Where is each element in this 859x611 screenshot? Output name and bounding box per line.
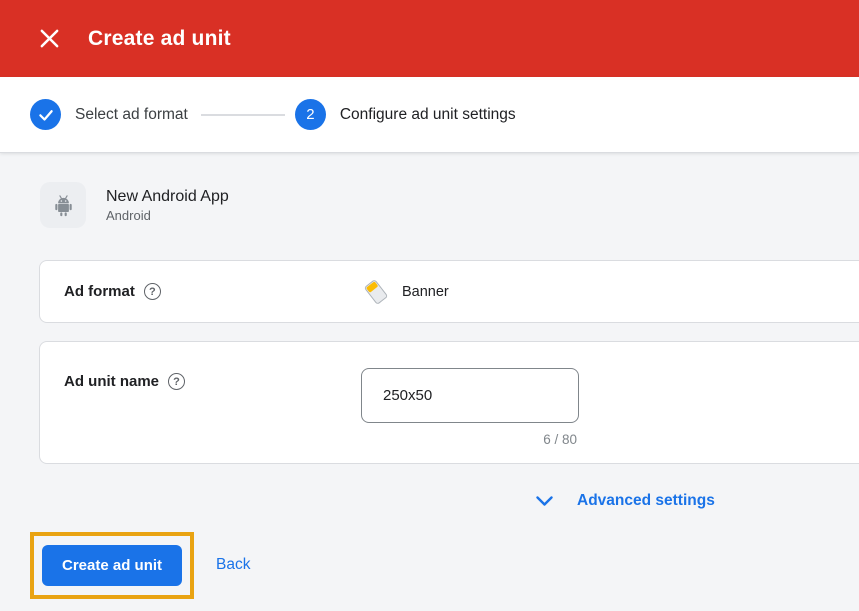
char-counter: 6 / 80: [361, 432, 579, 447]
dialog-header: Create ad unit: [0, 0, 859, 77]
ad-format-value: Banner: [402, 284, 449, 300]
create-ad-unit-button[interactable]: Create ad unit: [42, 545, 182, 586]
help-icon[interactable]: ?: [144, 283, 161, 300]
chevron-down-icon: [536, 496, 565, 507]
android-icon: [40, 182, 86, 228]
step-select-ad-format[interactable]: Select ad format: [30, 99, 188, 130]
app-text: New Android App Android: [106, 186, 229, 225]
step-connector: [201, 114, 285, 116]
create-ad-unit-dialog: Create ad unit Select ad format 2 Config…: [0, 0, 859, 611]
advanced-settings-label: Advanced settings: [577, 492, 715, 510]
help-icon[interactable]: ?: [168, 373, 185, 390]
banner-icon: [361, 278, 391, 306]
app-summary: New Android App Android: [40, 182, 859, 228]
ad-format-value-group: Banner: [361, 278, 449, 306]
back-button[interactable]: Back: [216, 556, 250, 574]
ad-unit-name-label-group: Ad unit name ?: [64, 368, 361, 390]
app-name: New Android App: [106, 186, 229, 207]
advanced-settings-toggle[interactable]: Advanced settings: [536, 492, 715, 510]
step-label: Configure ad unit settings: [340, 106, 516, 124]
close-icon: [38, 27, 61, 50]
ad-format-card: Ad format ? Banner: [39, 260, 859, 323]
ad-unit-name-input[interactable]: [361, 368, 579, 423]
app-platform: Android: [106, 207, 229, 225]
ad-unit-name-label: Ad unit name: [64, 373, 159, 390]
ad-format-label-group: Ad format ?: [64, 283, 361, 300]
ad-unit-name-input-group: 6 / 80: [361, 368, 579, 447]
dialog-body: New Android App Android Ad format ?: [0, 153, 859, 611]
annotation-highlight-box: Create ad unit: [30, 532, 194, 599]
close-button[interactable]: [36, 26, 62, 52]
dialog-title: Create ad unit: [88, 27, 231, 51]
step-label: Select ad format: [75, 106, 188, 124]
step-completed-check-icon: [30, 99, 61, 130]
step-configure-ad-unit-settings[interactable]: 2 Configure ad unit settings: [295, 99, 516, 130]
step-number-badge: 2: [295, 99, 326, 130]
stepper: Select ad format 2 Configure ad unit set…: [0, 77, 859, 153]
ad-format-label: Ad format: [64, 283, 135, 300]
footer-actions: Create ad unit Back: [30, 532, 859, 599]
ad-unit-name-card: Ad unit name ? 6 / 80: [39, 341, 859, 464]
